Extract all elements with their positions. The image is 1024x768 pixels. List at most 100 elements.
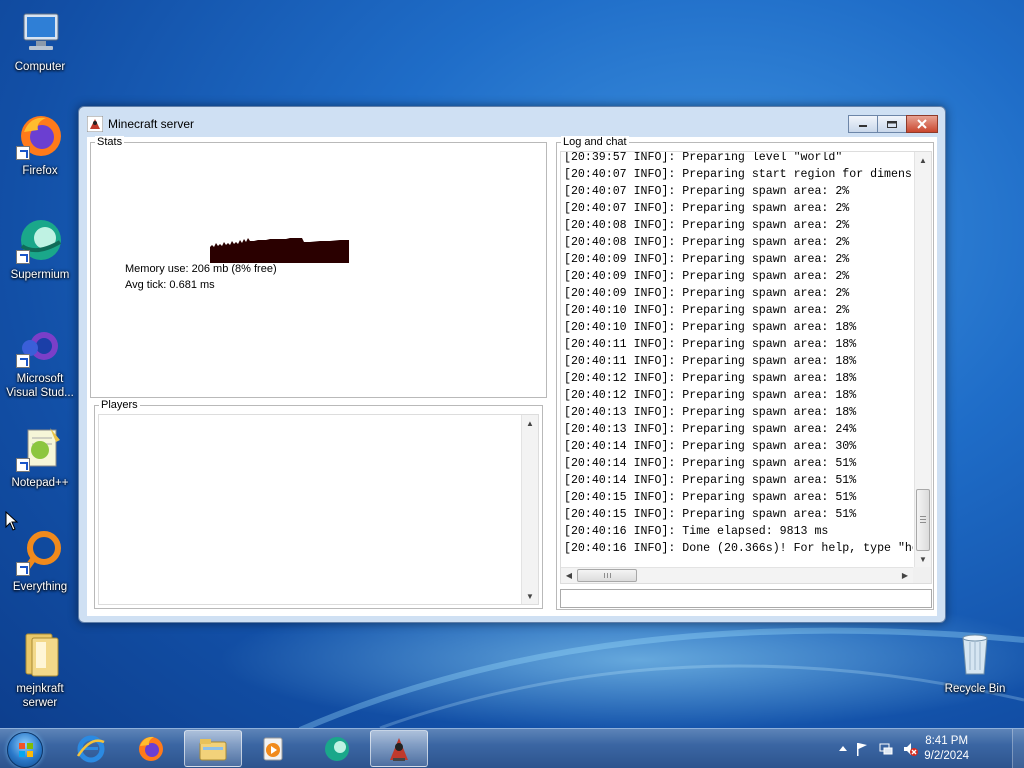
desktop-icon-everything[interactable]: Everything xyxy=(2,528,78,594)
log-vertical-scrollbar[interactable]: ▲ ▼ xyxy=(914,152,931,567)
taskbar-supermium[interactable] xyxy=(308,730,366,767)
network-icon[interactable] xyxy=(878,741,894,757)
scroll-down-arrow-icon[interactable]: ▼ xyxy=(915,551,931,567)
taskbar-firefox[interactable] xyxy=(122,730,180,767)
desktop-icon-firefox[interactable]: Firefox xyxy=(2,112,78,178)
log-line: [20:40:16 INFO]: Time elapsed: 9813 ms xyxy=(564,525,829,538)
taskbar-internet-explorer[interactable] xyxy=(62,730,120,767)
scroll-left-arrow-icon[interactable]: ◀ xyxy=(561,568,577,583)
avg-tick-text: Avg tick: 0.681 ms xyxy=(125,279,215,291)
minimize-button[interactable] xyxy=(848,115,878,133)
desktop-icon-recycle-bin[interactable]: Recycle Bin xyxy=(937,630,1013,696)
system-tray: 8:41 PM 9/2/2024 xyxy=(834,729,1024,768)
stats-panel-title: Stats xyxy=(95,136,125,148)
taskbar-java-minecraft-server[interactable] xyxy=(370,730,428,767)
media-player-icon xyxy=(263,737,283,760)
log-line: [20:40:09 INFO]: Preparing spawn area: 2… xyxy=(564,287,850,300)
close-button[interactable] xyxy=(906,115,938,133)
taskbar-file-explorer[interactable] xyxy=(184,730,242,767)
scrollbar-corner xyxy=(913,567,931,583)
firefox-icon xyxy=(139,736,163,761)
desktop-icon-supermium[interactable]: Supermium xyxy=(2,216,78,282)
desktop-icon-label: Firefox xyxy=(22,165,58,177)
volume-muted-icon[interactable] xyxy=(902,741,918,757)
window-titlebar[interactable]: Minecraft server xyxy=(79,107,945,137)
log-horizontal-scrollbar[interactable]: ◀ ▶ xyxy=(561,567,913,583)
log-vertical-scroll-thumb[interactable] xyxy=(916,489,930,551)
memory-graph xyxy=(210,238,349,263)
log-line: [20:40:07 INFO]: Preparing start region … xyxy=(564,168,913,181)
log-panel-title: Log and chat xyxy=(561,136,629,148)
taskbar: 8:41 PM 9/2/2024 xyxy=(0,728,1024,768)
desktop-icon-label: Notepad++ xyxy=(11,477,69,489)
show-hidden-icons-icon[interactable] xyxy=(838,743,854,759)
log-line: [20:40:08 INFO]: Preparing spawn area: 2… xyxy=(564,236,850,249)
log-line: [20:40:12 INFO]: Preparing spawn area: 1… xyxy=(564,372,857,385)
computer-icon xyxy=(23,13,59,50)
desktop-icon-label: Everything xyxy=(12,581,68,593)
log-lines: [20:39:57 INFO]: Preparing level "world"… xyxy=(564,151,913,566)
taskbar-media-player[interactable] xyxy=(244,730,302,767)
desktop-icon-notepad-plus-plus[interactable]: Notepad++ xyxy=(2,424,78,490)
log-line: [20:40:14 INFO]: Preparing spawn area: 5… xyxy=(564,457,857,470)
restore-button[interactable] xyxy=(877,115,907,133)
log-panel: Log and chat [20:39:57 INFO]: Preparing … xyxy=(556,136,934,610)
scroll-up-arrow-icon[interactable]: ▲ xyxy=(915,152,931,168)
log-line: [20:40:08 INFO]: Preparing spawn area: 2… xyxy=(564,219,850,232)
log-line: [20:40:16 INFO]: Done (20.366s)! For hel… xyxy=(564,542,913,555)
log-line: [20:40:11 INFO]: Preparing spawn area: 1… xyxy=(564,338,857,351)
folder-icon xyxy=(25,633,59,677)
log-line: [20:40:09 INFO]: Preparing spawn area: 2… xyxy=(564,270,850,283)
window-title: Minecraft server xyxy=(108,117,195,131)
taskbar-clock[interactable]: 8:41 PM 9/2/2024 xyxy=(924,734,969,764)
minecraft-server-window: Minecraft server Stats Memory use: 206 m… xyxy=(78,106,946,623)
desktop-icon-folder[interactable]: mejnkraft serwer xyxy=(2,630,78,710)
players-list[interactable]: ▲ ▼ xyxy=(98,414,539,605)
log-text-area[interactable]: [20:39:57 INFO]: Preparing level "world"… xyxy=(560,151,932,584)
restore-icon xyxy=(887,121,897,128)
log-line: [20:40:09 INFO]: Preparing spawn area: 2… xyxy=(564,253,850,266)
log-horizontal-scroll-thumb[interactable] xyxy=(577,569,637,582)
desktop-icon-label: Recycle Bin xyxy=(944,683,1006,695)
log-line: [20:40:10 INFO]: Preparing spawn area: 1… xyxy=(564,321,857,334)
action-center-flag-icon[interactable] xyxy=(854,741,870,757)
clock-date: 9/2/2024 xyxy=(924,750,969,762)
recycle-bin-icon xyxy=(962,634,988,675)
show-desktop-button[interactable] xyxy=(1012,729,1024,768)
players-panel-title: Players xyxy=(99,399,140,411)
log-line: [20:40:10 INFO]: Preparing spawn area: 2… xyxy=(564,304,850,317)
java-icon xyxy=(390,737,408,761)
log-line: [20:40:11 INFO]: Preparing spawn area: 1… xyxy=(564,355,857,368)
minimize-icon xyxy=(859,125,867,127)
window-client-area: Stats Memory use: 206 mb (8% free) Avg t… xyxy=(87,136,937,616)
command-input[interactable] xyxy=(560,589,932,608)
file-explorer-icon xyxy=(199,738,227,760)
scroll-up-arrow-icon[interactable]: ▲ xyxy=(522,415,538,431)
memory-use-text: Memory use: 206 mb (8% free) xyxy=(125,263,277,275)
players-panel: Players ▲ ▼ xyxy=(94,399,543,609)
close-icon xyxy=(917,119,927,129)
start-button[interactable] xyxy=(7,732,43,768)
supermium-icon xyxy=(325,736,349,761)
desktop-icon-computer[interactable]: Computer xyxy=(2,8,78,74)
stats-panel: Stats Memory use: 206 mb (8% free) Avg t… xyxy=(90,136,547,398)
players-scrollbar[interactable]: ▲ ▼ xyxy=(521,415,538,604)
desktop-icon-label: mejnkraft serwer xyxy=(16,683,64,709)
log-line: [20:40:07 INFO]: Preparing spawn area: 2… xyxy=(564,185,850,198)
log-line: [20:39:57 INFO]: Preparing level "world" xyxy=(564,151,843,164)
desktop-icon-label: Microsoft Visual Stud... xyxy=(6,373,74,399)
log-line: [20:40:13 INFO]: Preparing spawn area: 2… xyxy=(564,423,857,436)
log-line: [20:40:12 INFO]: Preparing spawn area: 1… xyxy=(564,389,857,402)
log-line: [20:40:13 INFO]: Preparing spawn area: 1… xyxy=(564,406,857,419)
log-line: [20:40:07 INFO]: Preparing spawn area: 2… xyxy=(564,202,850,215)
mouse-cursor-icon xyxy=(5,511,19,531)
desktop-icon-visual-studio[interactable]: Microsoft Visual Stud... xyxy=(2,328,78,400)
log-line: [20:40:14 INFO]: Preparing spawn area: 3… xyxy=(564,440,857,453)
scroll-right-arrow-icon[interactable]: ▶ xyxy=(897,568,913,583)
log-line: [20:40:15 INFO]: Preparing spawn area: 5… xyxy=(564,491,857,504)
clock-time: 8:41 PM xyxy=(925,735,969,747)
internet-explorer-icon xyxy=(76,735,105,762)
scroll-down-arrow-icon[interactable]: ▼ xyxy=(522,588,538,604)
desktop-icon-label: Supermium xyxy=(10,269,70,281)
windows-logo-icon xyxy=(19,743,33,757)
